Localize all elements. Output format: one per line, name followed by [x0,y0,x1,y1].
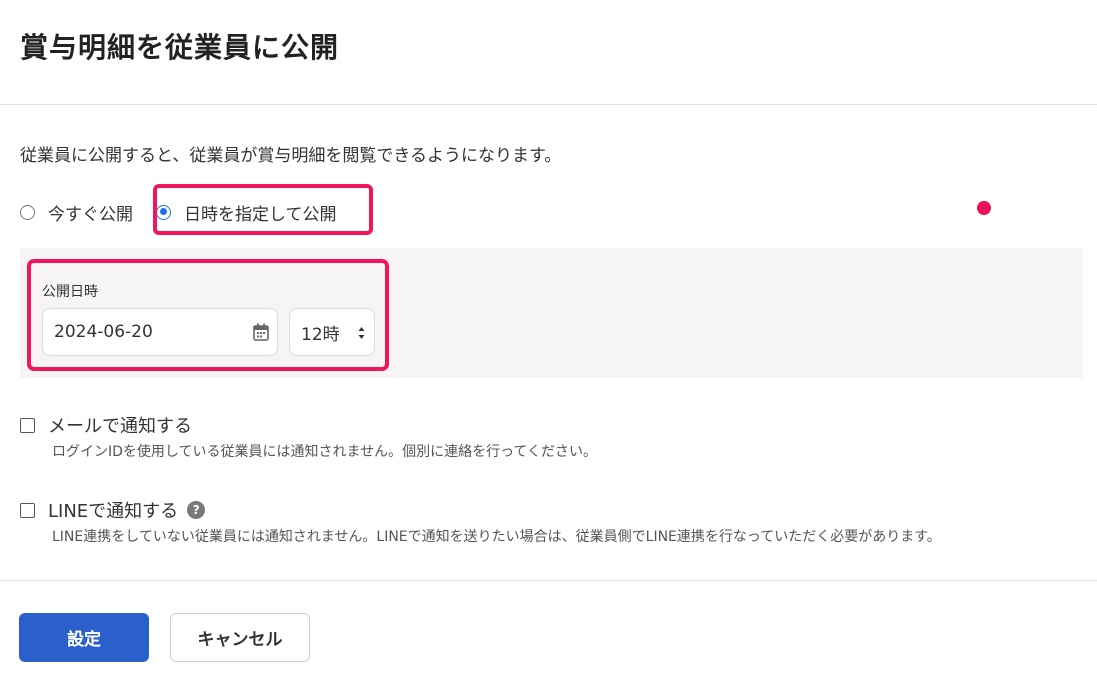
radio-publish-now-label: 今すぐ公開 [48,204,133,225]
email-notify-note: ログインIDを使用している従業員には通知されません。個別に連絡を行ってください。 [52,444,597,460]
line-notify-option[interactable]: LINEで通知する ? [20,497,206,523]
cancel-button[interactable]: キャンセル [170,613,310,662]
radio-publish-now-indicator[interactable] [20,204,35,220]
dialog-description: 従業員に公開すると、従業員が賞与明細を閲覧できるようになります。 [20,146,562,166]
email-notify-option[interactable]: メールで通知する [20,412,192,438]
annotation-highlight-scheduled-option [153,184,373,235]
email-notify-label: メールで通知する [48,416,192,437]
line-notify-checkbox[interactable] [20,502,35,518]
email-notify-checkbox[interactable] [20,417,35,433]
dialog-title: 賞与明細を従業員に公開 [20,31,340,64]
confirm-button[interactable]: 設定 [19,613,149,662]
annotation-red-dot [977,201,991,215]
radio-publish-now[interactable]: 今すぐ公開 [20,200,133,225]
header-divider [0,104,1097,105]
annotation-highlight-date-fields [27,259,389,371]
line-notify-label: LINEで通知する [48,501,179,522]
line-notify-note: LINE連携をしていない従業員には通知されません。LINEで通知を送りたい場合は… [52,529,941,545]
footer-divider [0,580,1097,581]
help-icon[interactable]: ? [187,501,206,519]
